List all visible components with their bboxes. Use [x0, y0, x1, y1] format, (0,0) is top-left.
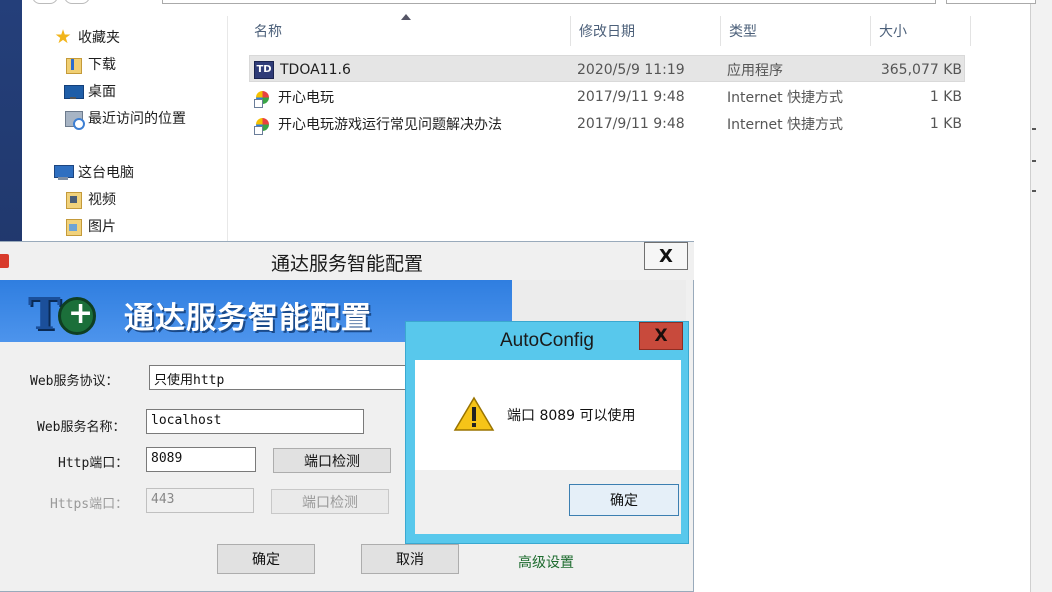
file-size: 365,077 KB: [880, 61, 962, 78]
sidebar-item-videos[interactable]: 视频: [64, 187, 116, 211]
file-name: TDOA11.6: [280, 61, 351, 78]
file-size: 1 KB: [929, 88, 962, 105]
sidebar-this-pc[interactable]: 这台电脑: [54, 160, 134, 184]
column-header-modified[interactable]: 修改日期: [571, 16, 721, 46]
file-name: 开心电玩: [278, 89, 334, 106]
message-text: 端口 8089 可以使用: [507, 408, 636, 424]
warning-icon: [453, 396, 495, 432]
file-modified: 2017/9/11 9:48: [577, 88, 685, 105]
close-button[interactable]: X: [644, 242, 688, 270]
up-button[interactable]: [64, 0, 90, 4]
column-header-type[interactable]: 类型: [721, 16, 871, 46]
banner-title: 通达服务智能配置: [124, 301, 372, 336]
videos-folder-icon: [64, 190, 82, 209]
download-folder-icon: [64, 55, 82, 74]
column-label: 修改日期: [579, 24, 635, 40]
sidebar-item-label: 收藏夹: [78, 30, 120, 46]
file-type: 应用程序: [727, 62, 783, 79]
sidebar-item-label: 图片: [88, 219, 116, 235]
service-name-label: Web服务名称：: [37, 420, 126, 435]
protocol-select[interactable]: 只使用http: [149, 365, 411, 390]
dialog-title: 通达服务智能配置: [270, 253, 423, 275]
advanced-settings-link[interactable]: 高级设置: [518, 552, 574, 572]
message-button-area: 确定: [415, 470, 681, 534]
sidebar-item-label: 这台电脑: [78, 165, 134, 181]
sidebar-item-pictures[interactable]: 图片: [64, 214, 116, 238]
sidebar-item-label: 最近访问的位置: [88, 111, 186, 127]
service-name-input[interactable]: localhost: [146, 409, 364, 434]
column-label: 大小: [879, 24, 907, 40]
message-box: AutoConfig X 端口 8089 可以使用 确定: [405, 321, 689, 544]
column-label: 名称: [254, 24, 282, 40]
http-port-label: Http端口：: [58, 456, 129, 471]
sidebar-item-label: 下载: [88, 57, 116, 73]
td-app-icon: TD: [254, 60, 274, 79]
message-area: 端口 8089 可以使用: [415, 360, 681, 470]
desktop-icon: [64, 82, 84, 100]
column-header-size[interactable]: 大小: [871, 16, 971, 46]
internet-shortcut-icon: [254, 115, 272, 135]
dialog-title-bar[interactable]: 通达服务智能配置 X: [0, 242, 694, 280]
file-name-cell: 开心电玩: [254, 83, 334, 110]
file-modified: 2017/9/11 9:48: [577, 115, 685, 132]
scroll-tick: [1032, 190, 1036, 192]
computer-icon: [54, 163, 74, 181]
protocol-label: Web服务协议：: [30, 374, 119, 389]
file-name-cell: TD TDOA11.6: [254, 56, 351, 83]
file-type: Internet 快捷方式: [727, 116, 844, 133]
cancel-button[interactable]: 取消: [361, 544, 459, 574]
file-size: 1 KB: [929, 115, 962, 132]
sidebar-favorites[interactable]: ★ 收藏夹: [54, 25, 120, 49]
search-box[interactable]: [946, 0, 1036, 4]
sidebar-item-recent[interactable]: 最近访问的位置: [64, 106, 186, 130]
td-logo: T: [28, 287, 100, 340]
pictures-folder-icon: [64, 217, 82, 236]
http-port-input[interactable]: 8089: [146, 447, 256, 472]
message-ok-button[interactable]: 确定: [569, 484, 679, 516]
column-label: 类型: [729, 24, 757, 40]
star-icon: ★: [54, 26, 72, 48]
sidebar-item-label: 桌面: [88, 84, 116, 100]
check-https-port-button[interactable]: 端口检测: [271, 489, 389, 514]
file-row[interactable]: TD TDOA11.6 2020/5/9 11:19 应用程序 365,077 …: [249, 55, 965, 82]
internet-shortcut-icon: [254, 88, 272, 108]
file-name-cell: 开心电玩游戏运行常见问题解决办法: [254, 110, 502, 137]
forward-button[interactable]: [32, 0, 58, 4]
sidebar-item-downloads[interactable]: 下载: [64, 52, 116, 76]
column-header-name[interactable]: 名称: [246, 16, 571, 46]
message-box-close-button[interactable]: X: [639, 322, 683, 350]
https-port-input[interactable]: 443: [146, 488, 254, 513]
address-bar[interactable]: [162, 0, 936, 4]
file-row[interactable]: 开心电玩 2017/9/11 9:48 Internet 快捷方式 1 KB: [249, 83, 965, 110]
sidebar-item-label: 视频: [88, 192, 116, 208]
scroll-tick: [1032, 128, 1036, 130]
https-port-label: Https端口：: [50, 497, 129, 512]
file-type: Internet 快捷方式: [727, 89, 844, 106]
sidebar-item-desktop[interactable]: 桌面: [64, 79, 116, 103]
file-row[interactable]: 开心电玩游戏运行常见问题解决办法 2017/9/11 9:48 Internet…: [249, 110, 965, 137]
explorer-toolbar: [22, 0, 1036, 6]
file-name: 开心电玩游戏运行常见问题解决办法: [278, 116, 502, 133]
check-http-port-button[interactable]: 端口检测: [273, 448, 391, 473]
file-modified: 2020/5/9 11:19: [577, 61, 685, 78]
scroll-tick: [1032, 160, 1036, 162]
adjacent-window-edge: [1030, 0, 1052, 592]
recent-places-icon: [64, 109, 85, 130]
ok-button[interactable]: 确定: [217, 544, 315, 574]
